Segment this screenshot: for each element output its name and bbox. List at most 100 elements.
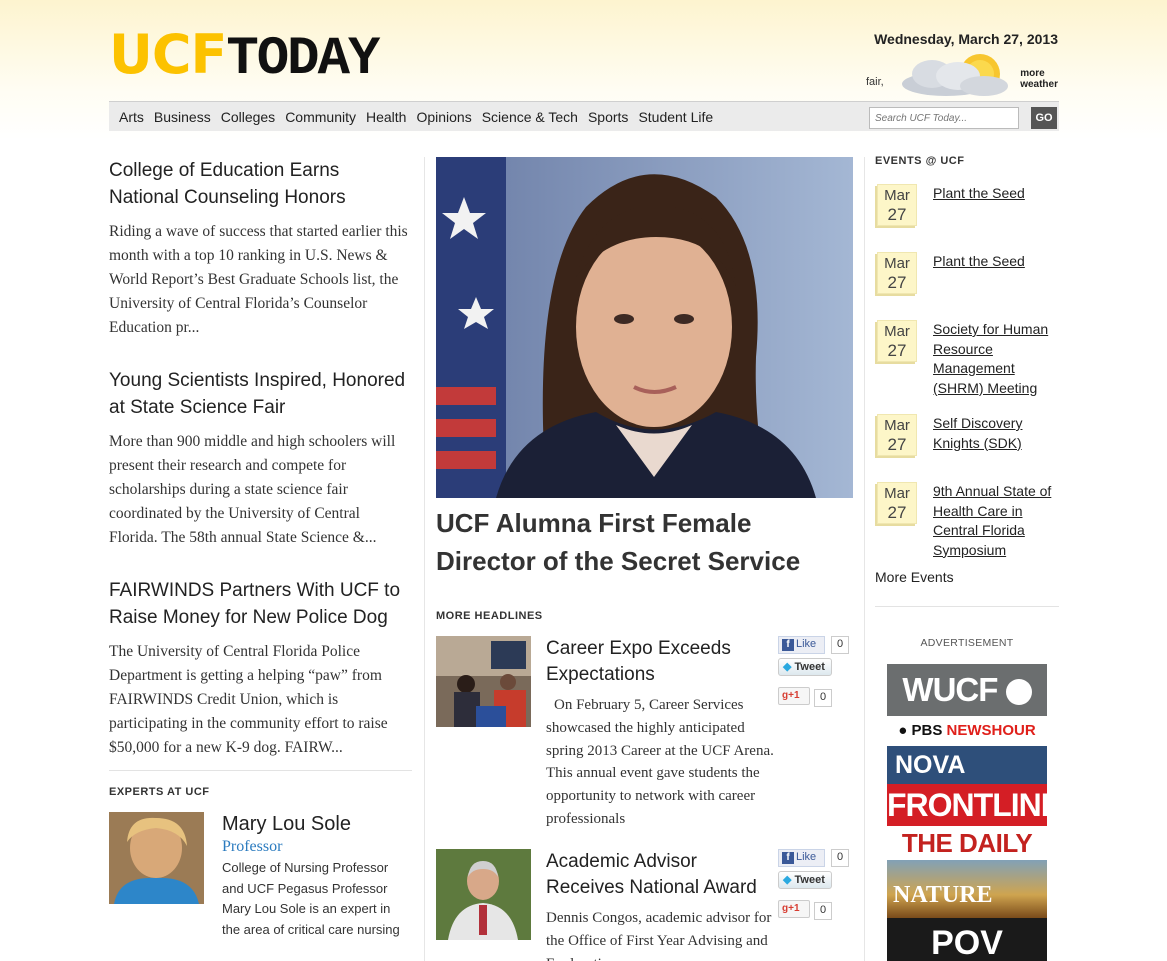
tweet-label: Tweet bbox=[794, 874, 825, 886]
event-title-link[interactable]: Plant the Seed bbox=[933, 252, 1060, 272]
event-day: 27 bbox=[887, 503, 907, 522]
search-go-button[interactable]: GO bbox=[1031, 107, 1057, 129]
event-title-link[interactable]: 9th Annual State of Health Care in Centr… bbox=[933, 482, 1060, 560]
headline-body: On February 5, Career Services showcased… bbox=[546, 697, 774, 827]
plus-count: 0 bbox=[814, 689, 833, 707]
event-month: Mar bbox=[884, 323, 910, 340]
google-plus-button[interactable]: g+1 bbox=[778, 687, 810, 705]
event-day: 27 bbox=[887, 273, 907, 292]
event-title-link[interactable]: Society for Human Resource Management (S… bbox=[933, 320, 1060, 398]
headline-item: Academic Advisor Receives National Award… bbox=[436, 849, 853, 961]
event-month: Mar bbox=[884, 485, 910, 502]
expert-card: Mary Lou Sole Professor College of Nursi… bbox=[109, 812, 412, 952]
weather-widget[interactable]: fair, more weather bbox=[866, 48, 1058, 96]
like-label: Like bbox=[796, 638, 817, 650]
events-heading: EVENTS @ UCF bbox=[875, 155, 965, 167]
nav-item-business[interactable]: Business bbox=[154, 102, 211, 132]
pbs-head-icon: ● bbox=[898, 722, 908, 739]
tweet-label: Tweet bbox=[794, 661, 825, 673]
event-title-link[interactable]: Self Discovery Knights (SDK) bbox=[933, 414, 1060, 453]
story-summary: The University of Central Florida Police… bbox=[109, 643, 388, 756]
nav-item-community[interactable]: Community bbox=[285, 102, 356, 132]
column-divider bbox=[424, 157, 425, 961]
career-expo-photo-icon bbox=[436, 636, 531, 727]
story: FAIRWINDS Partners With UCF to Raise Mon… bbox=[109, 577, 412, 760]
like-label: Like bbox=[796, 851, 817, 863]
story-title[interactable]: FAIRWINDS Partners With UCF to Raise Mon… bbox=[109, 577, 412, 631]
divider bbox=[875, 606, 1059, 607]
event-title-link[interactable]: Plant the Seed bbox=[933, 184, 1060, 204]
event-date-badge: Mar 27 bbox=[877, 320, 917, 362]
headline-item: Career Expo Exceeds Expectations On Febr… bbox=[436, 636, 853, 846]
event-date-badge: Mar 27 bbox=[877, 252, 917, 294]
headline-title[interactable]: Academic Advisor Receives National Award bbox=[546, 849, 771, 901]
event-month: Mar bbox=[884, 417, 910, 434]
logo-today: TODAY bbox=[226, 29, 380, 90]
expert-photo[interactable] bbox=[109, 812, 204, 904]
tweet-button[interactable]: ◆ Tweet bbox=[778, 658, 832, 676]
feature-image[interactable] bbox=[436, 157, 853, 498]
feature-title[interactable]: UCF Alumna First Female Director of the … bbox=[436, 504, 853, 580]
expert-portrait-icon bbox=[109, 812, 204, 904]
expert-description: College of Nursing Professor and UCF Peg… bbox=[222, 860, 400, 937]
more-headlines-heading: MORE HEADLINES bbox=[436, 610, 543, 622]
story: Young Scientists Inspired, Honored at St… bbox=[109, 367, 412, 550]
like-count: 0 bbox=[831, 636, 850, 654]
left-column: College of Education Earns National Coun… bbox=[109, 157, 412, 952]
experts-heading: EXPERTS AT UCF bbox=[109, 786, 210, 798]
facebook-icon: f bbox=[782, 852, 794, 864]
plus-count: 0 bbox=[814, 902, 833, 920]
nature-ad: NATURE bbox=[887, 860, 1047, 918]
weather-condition: fair, bbox=[866, 76, 884, 88]
expert-info: Mary Lou Sole Professor College of Nursi… bbox=[222, 812, 412, 940]
plus-label: +1 bbox=[788, 903, 800, 914]
frontline-ad: FRONTLINE bbox=[887, 784, 1047, 826]
more-weather-link[interactable]: more weather bbox=[1020, 68, 1058, 90]
tweet-button[interactable]: ◆ Tweet bbox=[778, 871, 832, 889]
feature-portrait-icon bbox=[436, 157, 853, 498]
advertisement-banner[interactable]: WUCF ● PBS NEWSHOUR NOVA FRONTLINE THE D… bbox=[887, 664, 1047, 961]
advertisement-label: ADVERTISEMENT bbox=[920, 637, 1014, 649]
headline-body: Dennis Congos, academic advisor for the … bbox=[546, 910, 772, 961]
nav-item-student-life[interactable]: Student Life bbox=[638, 102, 713, 132]
logo-ucf: UCF bbox=[109, 23, 227, 86]
nova-ad: NOVA bbox=[887, 746, 1047, 784]
nav-item-science-tech[interactable]: Science & Tech bbox=[482, 102, 578, 132]
facebook-icon: f bbox=[782, 639, 794, 651]
wucf-ad: WUCF bbox=[887, 664, 1047, 716]
pbs-label: PBS bbox=[911, 722, 943, 739]
nav-item-opinions[interactable]: Opinions bbox=[416, 102, 471, 132]
academic-advisor-photo-icon bbox=[436, 849, 531, 940]
site-logo[interactable]: UCFTODAY bbox=[109, 23, 380, 89]
headline-thumbnail[interactable] bbox=[436, 849, 531, 940]
wucf-logo: WUCF bbox=[902, 671, 998, 708]
story-title[interactable]: Young Scientists Inspired, Honored at St… bbox=[109, 367, 412, 421]
facebook-like-button[interactable]: f Like bbox=[778, 849, 825, 867]
google-plus-button[interactable]: g+1 bbox=[778, 900, 810, 918]
pbs-circle-icon bbox=[1005, 679, 1032, 706]
event-month: Mar bbox=[884, 187, 910, 204]
headline-title[interactable]: Career Expo Exceeds Expectations bbox=[546, 636, 771, 688]
pov-ad: POV bbox=[887, 918, 1047, 961]
story: College of Education Earns National Coun… bbox=[109, 157, 412, 340]
nav-item-colleges[interactable]: Colleges bbox=[221, 102, 275, 132]
column-divider bbox=[864, 157, 865, 961]
main-nav: Arts Business Colleges Community Health … bbox=[109, 101, 1059, 131]
nav-item-health[interactable]: Health bbox=[366, 102, 406, 132]
expert-name[interactable]: Mary Lou Sole bbox=[222, 812, 412, 836]
twitter-bird-icon: ◆ bbox=[783, 874, 792, 886]
like-count: 0 bbox=[831, 849, 850, 867]
twitter-bird-icon: ◆ bbox=[783, 661, 792, 673]
story-title[interactable]: College of Education Earns National Coun… bbox=[109, 157, 412, 211]
pbs-newshour-ad: ● PBS NEWSHOUR bbox=[887, 716, 1047, 746]
nav-item-sports[interactable]: Sports bbox=[588, 102, 628, 132]
story-summary: More than 900 middle and high schoolers … bbox=[109, 433, 396, 546]
nav-item-arts[interactable]: Arts bbox=[119, 102, 144, 132]
event-day: 27 bbox=[887, 435, 907, 454]
expert-title: Professor bbox=[222, 838, 283, 855]
headline-thumbnail[interactable] bbox=[436, 636, 531, 727]
more-events-link[interactable]: More Events bbox=[875, 569, 954, 585]
facebook-like-button[interactable]: f Like bbox=[778, 636, 825, 654]
search-input[interactable] bbox=[869, 107, 1019, 129]
daily-need-ad: THE DAILY NEED bbox=[887, 826, 1047, 860]
